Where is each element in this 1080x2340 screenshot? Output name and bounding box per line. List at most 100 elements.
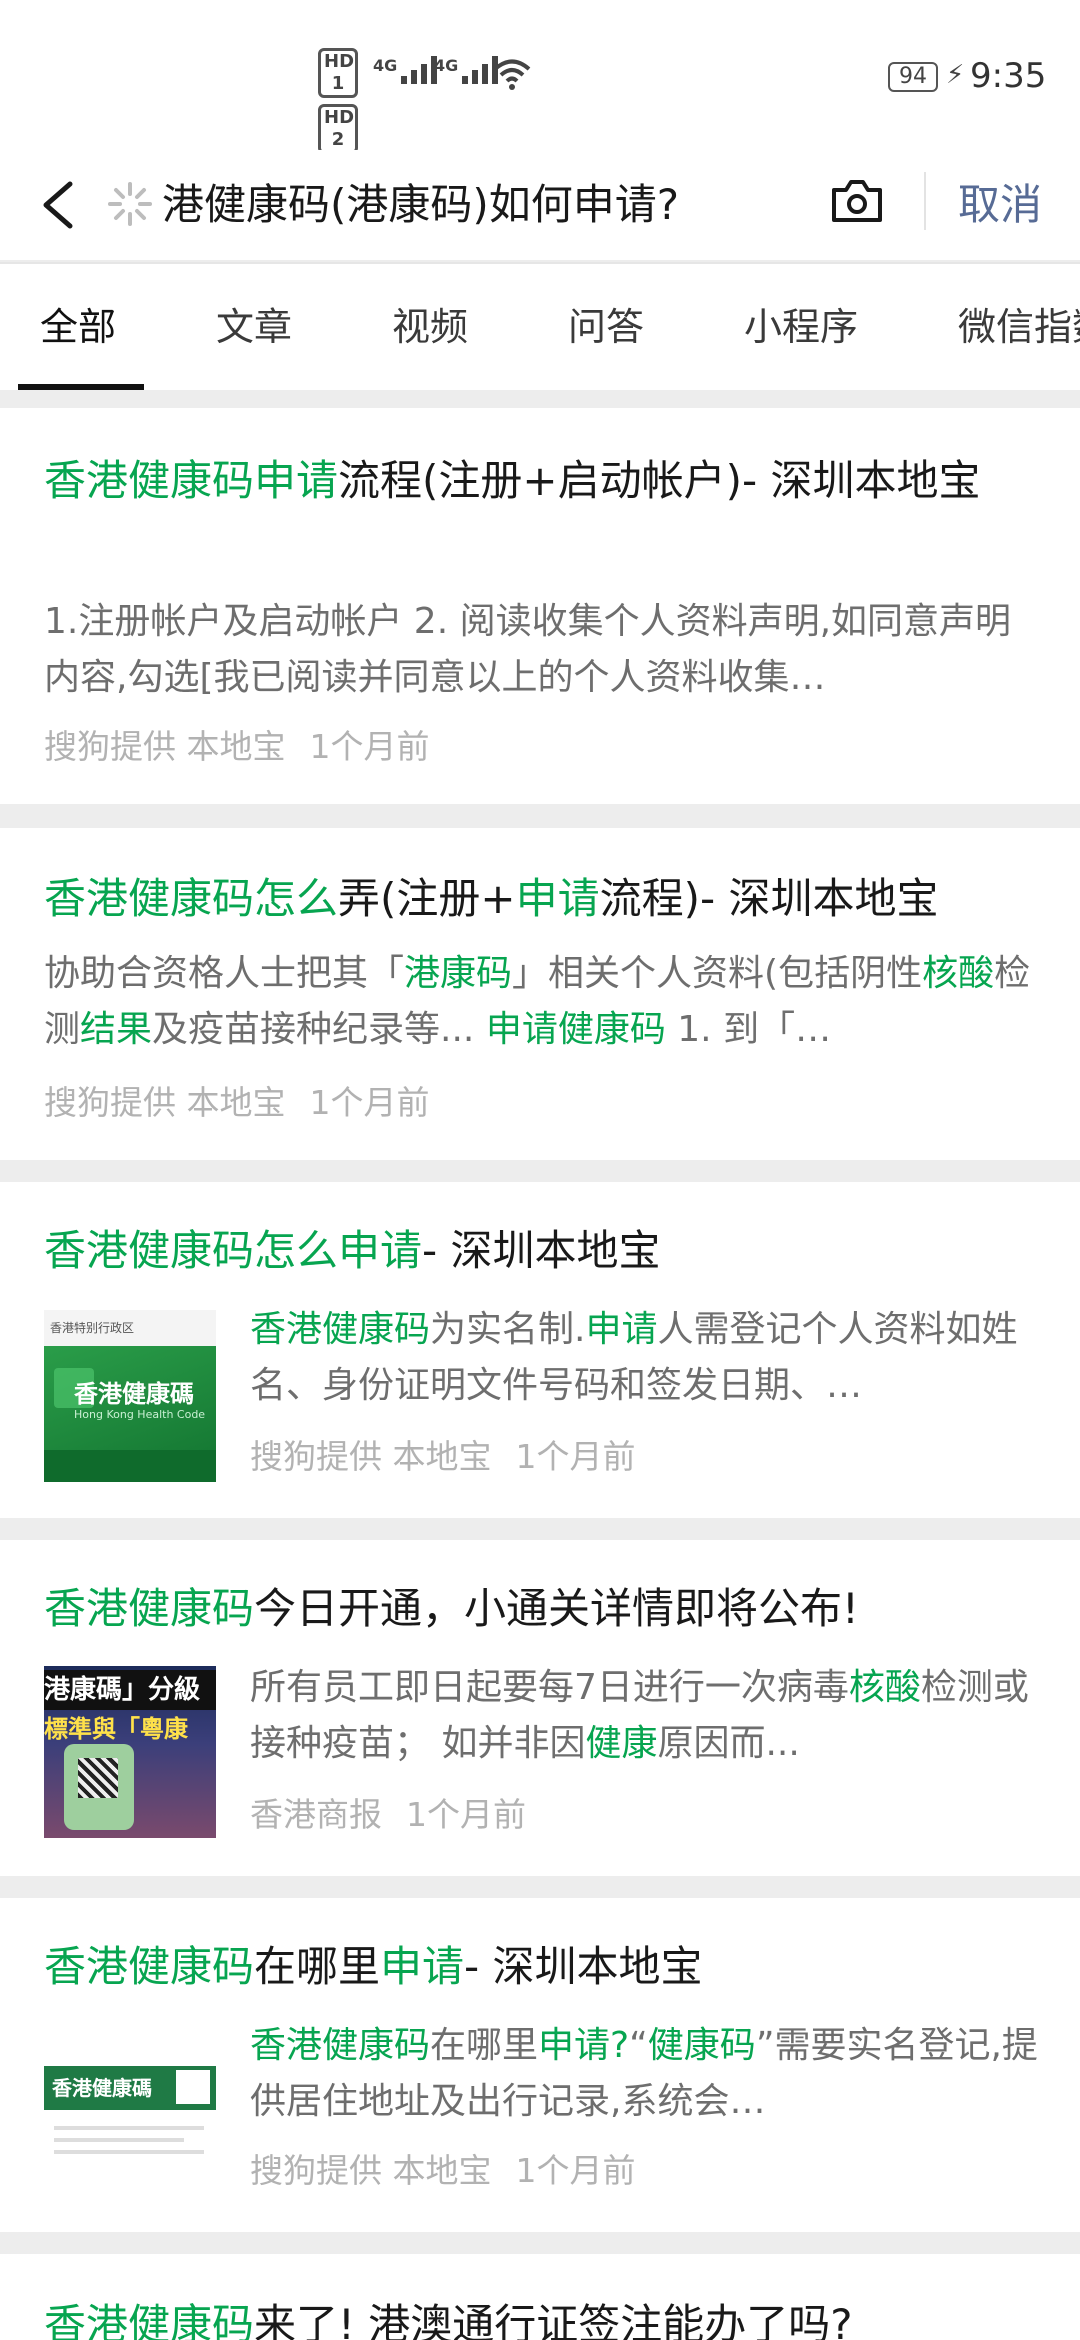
text-segment: 原因而... xyxy=(657,1723,800,1764)
highlighted-keyword: 香港健康码怎么申请 xyxy=(44,1226,423,1275)
text-segment: - 深圳本地宝 xyxy=(422,1226,661,1275)
highlighted-keyword: 申请 xyxy=(585,1309,658,1350)
thumb-title: 香港健康碼 xyxy=(52,2076,152,2100)
highlighted-keyword: 香港健康码 xyxy=(44,1942,255,1991)
result-thumbnail: 港康碼」分級 標準與「粵康 xyxy=(44,1666,216,1838)
result-meta: 搜狗提供 本地宝 1个月前 xyxy=(44,722,430,772)
result-meta: 搜狗提供 本地宝 1个月前 xyxy=(250,2146,636,2196)
result-source: 搜狗提供 本地宝 xyxy=(250,1437,492,1476)
wifi-icon xyxy=(493,59,531,90)
text-segment: 1.注册帐户及启动帐户 2. 阅读收集个人资料声明,如同意声明内容,勾选[我已阅… xyxy=(44,601,1012,698)
highlighted-keyword: 申请健康码 xyxy=(485,1009,666,1050)
result-source: 香港商报 xyxy=(250,1795,382,1834)
highlighted-keyword: 香港健康码 xyxy=(250,1309,431,1350)
result-snippet: 协助合资格人士把其「港康码」相关个人资料(包括阴性核酸检测结果及疫苗接种纪录等.… xyxy=(44,946,1040,1058)
highlighted-keyword: 健康 xyxy=(585,1723,658,1764)
result-thumbnail: 香港特别行政区 香港健康碼 Hong Kong Health Code xyxy=(44,1310,216,1482)
result-meta: 搜狗提供 本地宝 1个月前 xyxy=(250,1432,636,1482)
search-result[interactable]: 香港健康码怎么弄(注册+申请流程)- 深圳本地宝 协助合资格人士把其「港康码」相… xyxy=(0,828,1080,1160)
result-snippet: 香港健康码在哪里申请?“健康码”需要实名登记,提供居住地址及出行记录,系统会… xyxy=(250,2018,1040,2130)
result-source: 搜狗提供 本地宝 xyxy=(44,1083,286,1122)
highlighted-keyword: 香港健康码 xyxy=(250,2025,431,2066)
thumb-subtitle: Hong Kong Health Code xyxy=(74,1408,206,1421)
result-meta: 搜狗提供 本地宝 1个月前 xyxy=(44,1078,430,1128)
thumb-header: 香港特别行政区 xyxy=(44,1310,216,1346)
camera-icon[interactable] xyxy=(828,172,886,230)
clock: 9:35 xyxy=(970,56,1047,96)
tab-qa[interactable]: 问答 xyxy=(568,264,644,390)
highlighted-keyword: 香港健康码申请 xyxy=(44,456,339,505)
active-tab-indicator xyxy=(18,384,144,390)
hd-indicator: HD 1 HD 2 xyxy=(318,48,358,160)
text-segment: 来了! 港澳通行证签注能办了吗? xyxy=(254,2300,853,2340)
result-tabs: 全部 文章 视频 问答 小程序 微信指数 xyxy=(0,262,1080,390)
search-result[interactable]: 香港健康码来了! 港澳通行证签注能办了吗? xyxy=(0,2254,1080,2340)
thumb-title: 港康碼」分級 xyxy=(44,1670,216,1710)
search-result[interactable]: 香港健康码怎么申请- 深圳本地宝 香港特别行政区 香港健康碼 Hong Kong… xyxy=(0,1182,1080,1518)
result-time: 1个月前 xyxy=(515,2151,636,2190)
text-segment: 在哪里 xyxy=(254,1942,381,1991)
highlighted-keyword: 核酸 xyxy=(848,1667,921,1708)
result-time: 1个月前 xyxy=(309,1083,430,1122)
text-segment: 为实名制. xyxy=(430,1309,586,1350)
result-time: 1个月前 xyxy=(515,1437,636,1476)
search-header: 港健康码(港康码)如何申请? 取消 xyxy=(0,150,1080,260)
signal-icon: 4G xyxy=(373,56,441,84)
thumb-title: 香港健康碼 xyxy=(74,1380,194,1408)
text-segment: 协助合资格人士把其「 xyxy=(44,953,405,994)
result-meta: 香港商报 1个月前 xyxy=(250,1790,526,1840)
result-title[interactable]: 香港健康码今日开通，小通关详情即将公布! xyxy=(44,1578,1044,1640)
result-title[interactable]: 香港健康码来了! 港澳通行证签注能办了吗? xyxy=(44,2294,1044,2340)
status-bar: HD 1 HD 2 4G 4G 94 ⚡ 9:35 xyxy=(0,0,1080,154)
text-segment: “ xyxy=(629,2025,648,2066)
search-input[interactable]: 港健康码(港康码)如何申请? xyxy=(162,170,802,240)
text-segment: 流程)- 深圳本地宝 xyxy=(599,874,939,923)
text-segment: 在哪里 xyxy=(430,2025,539,2066)
hd2-label: HD 2 xyxy=(318,104,358,154)
cancel-button[interactable]: 取消 xyxy=(958,170,1042,240)
highlighted-keyword: 结果 xyxy=(80,1009,153,1050)
highlighted-keyword: 香港健康码 xyxy=(44,1584,255,1633)
result-title[interactable]: 香港健康码怎么申请- 深圳本地宝 xyxy=(44,1220,1044,1282)
back-arrow-icon[interactable] xyxy=(34,170,80,240)
result-title[interactable]: 香港健康码怎么弄(注册+申请流程)- 深圳本地宝 xyxy=(44,868,1044,930)
tab-wechat-index[interactable]: 微信指数 xyxy=(958,264,1080,390)
search-result[interactable]: 香港健康码今日开通，小通关详情即将公布! 港康碼」分級 標準與「粵康 所有员工即… xyxy=(0,1540,1080,1876)
result-title[interactable]: 香港健康码申请流程(注册+启动帐户)- 深圳本地宝 xyxy=(44,450,1044,512)
text-segment: 及疫苗接种纪录等... xyxy=(152,1009,486,1050)
result-snippet: 香港健康码为实名制.申请人需登记个人资料如姓名、身份证明文件号码和签发日期、… xyxy=(250,1302,1040,1414)
tab-all[interactable]: 全部 xyxy=(40,264,116,390)
result-time: 1个月前 xyxy=(406,1795,526,1834)
divider xyxy=(924,172,926,230)
tab-mini-programs[interactable]: 小程序 xyxy=(744,264,858,390)
text-segment: 1. 到「… xyxy=(665,1009,832,1050)
result-thumbnail: 香港健康碼 xyxy=(44,2022,216,2194)
hd1-label: HD 1 xyxy=(318,48,358,98)
network-type-1: 4G xyxy=(373,56,398,75)
result-title[interactable]: 香港健康码在哪里申请- 深圳本地宝 xyxy=(44,1936,1044,1998)
result-source: 搜狗提供 本地宝 xyxy=(250,2151,492,2190)
highlighted-keyword: 健康码 xyxy=(647,2025,756,2066)
highlighted-keyword: 核酸 xyxy=(922,953,995,994)
tab-videos[interactable]: 视频 xyxy=(392,264,468,390)
result-time: 1个月前 xyxy=(309,727,430,766)
loading-spinner-icon xyxy=(108,182,152,226)
highlighted-keyword: 港康码 xyxy=(404,953,513,994)
thumb-subtitle: 標準與「粵康 xyxy=(44,1715,188,1743)
highlighted-keyword: 香港健康码怎么 xyxy=(44,874,339,923)
text-segment: 今日开通，小通关详情即将公布! xyxy=(254,1584,859,1633)
result-snippet: 所有员工即日起要每7日进行一次病毒核酸检测或接种疫苗； 如并非因健康原因而... xyxy=(250,1660,1040,1772)
text-segment: 」相关个人资料(包括阴性 xyxy=(512,953,923,994)
text-segment: 所有员工即日起要每7日进行一次病毒 xyxy=(250,1667,849,1708)
tab-articles[interactable]: 文章 xyxy=(216,264,292,390)
highlighted-keyword: 申请 xyxy=(380,1942,465,1991)
text-segment: 弄(注册+ xyxy=(338,874,516,923)
text-segment: - 深圳本地宝 xyxy=(464,1942,703,1991)
network-type-2: 4G xyxy=(434,56,459,75)
highlighted-keyword: 申请? xyxy=(538,2025,630,2066)
highlighted-keyword: 香港健康码 xyxy=(44,2300,255,2340)
battery-icon: 94 xyxy=(888,62,938,92)
search-result[interactable]: 香港健康码在哪里申请- 深圳本地宝 香港健康碼 香港健康码在哪里申请?“健康码”… xyxy=(0,1898,1080,2232)
result-source: 搜狗提供 本地宝 xyxy=(44,727,286,766)
search-result[interactable]: 香港健康码申请流程(注册+启动帐户)- 深圳本地宝 1.注册帐户及启动帐户 2.… xyxy=(0,408,1080,804)
